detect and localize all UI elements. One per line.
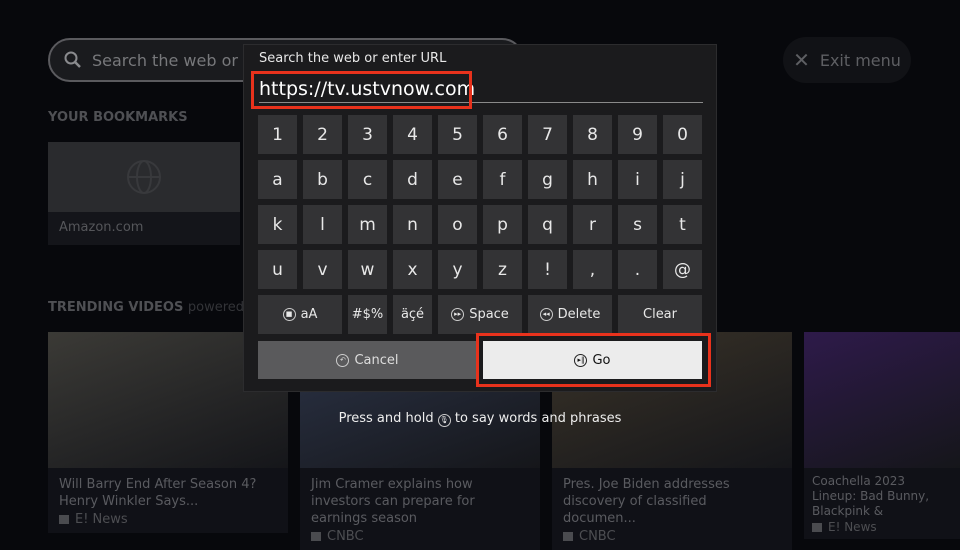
key-g[interactable]: g <box>528 160 567 199</box>
key-v[interactable]: v <box>303 250 342 289</box>
key-label: Space <box>469 307 509 322</box>
key-0[interactable]: 0 <box>663 115 702 154</box>
key-b[interactable]: b <box>303 160 342 199</box>
key-7[interactable]: 7 <box>528 115 567 154</box>
cancel-label: Cancel <box>354 352 399 368</box>
close-icon: ✕ <box>793 48 810 72</box>
dialog-title: Search the web or enter URL <box>259 51 447 66</box>
key-u[interactable]: u <box>258 250 297 289</box>
key-,[interactable]: , <box>573 250 612 289</box>
key-p[interactable]: p <box>483 205 522 244</box>
key-delete[interactable]: ◂◂ Delete <box>528 295 612 334</box>
key-x[interactable]: x <box>393 250 432 289</box>
key-a[interactable]: a <box>258 160 297 199</box>
video-title: Jim Cramer explains how investors can pr… <box>311 477 475 526</box>
source-label: CNBC <box>579 529 616 544</box>
key-6[interactable]: 6 <box>483 115 522 154</box>
hint-before: Press and hold <box>338 411 434 426</box>
source-label: E! News <box>75 512 128 527</box>
key-t[interactable]: t <box>663 205 702 244</box>
key-e[interactable]: e <box>438 160 477 199</box>
key-d[interactable]: d <box>393 160 432 199</box>
source-logo-icon <box>812 522 822 532</box>
voice-hint: Press and hold 🎙 to say words and phrase… <box>0 411 960 427</box>
rewind-icon: ◂◂ <box>539 308 553 321</box>
trending-title: TRENDING VIDEOS <box>48 300 184 315</box>
key-label: aA <box>300 307 318 322</box>
key-8[interactable]: 8 <box>573 115 612 154</box>
hint-after: to say words and phrases <box>454 411 622 426</box>
video-title: Pres. Joe Biden addresses discovery of c… <box>563 477 730 526</box>
key-4[interactable]: 4 <box>393 115 432 154</box>
key-l[interactable]: l <box>303 205 342 244</box>
cancel-button[interactable]: ↶ Cancel <box>258 341 477 379</box>
key-clear[interactable]: Clear <box>618 295 702 334</box>
fast-forward-icon: ▸▸ <box>451 308 465 321</box>
search-placeholder: Search the web or en <box>92 50 264 70</box>
video-source: E! News <box>804 519 960 535</box>
key-h[interactable]: h <box>573 160 612 199</box>
key-1[interactable]: 1 <box>258 115 297 154</box>
key-9[interactable]: 9 <box>618 115 657 154</box>
go-button[interactable]: ▸‖ Go <box>483 341 702 379</box>
key-.[interactable]: . <box>618 250 657 289</box>
key-case-toggle[interactable]: ■ aA <box>258 295 342 334</box>
video-thumbnail <box>804 332 960 468</box>
back-icon: ↶ <box>336 353 350 367</box>
video-title: Coachella 2023 Lineup: Bad Bunny, Blackp… <box>812 474 930 518</box>
search-icon <box>64 51 81 68</box>
key-i[interactable]: i <box>618 160 657 199</box>
key-o[interactable]: o <box>438 205 477 244</box>
source-label: CNBC <box>327 529 364 544</box>
bookmark-tile[interactable]: Amazon.com <box>48 142 240 245</box>
trending-heading: TRENDING VIDEOS powered by <box>48 300 264 315</box>
key-accents[interactable]: äçé <box>393 295 432 334</box>
play-pause-icon: ▸‖ <box>574 353 588 367</box>
key-f[interactable]: f <box>483 160 522 199</box>
key-z[interactable]: z <box>483 250 522 289</box>
video-title: Will Barry End After Season 4? Henry Win… <box>59 477 257 509</box>
exit-menu-label: Exit menu <box>819 50 901 70</box>
key-n[interactable]: n <box>393 205 432 244</box>
url-entry-dialog: Search the web or enter URL https://tv.u… <box>243 44 717 392</box>
key-@[interactable]: @ <box>663 250 702 289</box>
key-c[interactable]: c <box>348 160 387 199</box>
key-m[interactable]: m <box>348 205 387 244</box>
source-label: E! News <box>828 520 877 534</box>
key-j[interactable]: j <box>663 160 702 199</box>
microphone-icon: 🎙 <box>437 414 451 427</box>
video-source: CNBC <box>552 527 792 546</box>
exit-menu-button[interactable]: ✕ Exit menu <box>783 37 911 83</box>
key-r[interactable]: r <box>573 205 612 244</box>
key-5[interactable]: 5 <box>438 115 477 154</box>
key-symbols[interactable]: #$% <box>348 295 387 334</box>
key-3[interactable]: 3 <box>348 115 387 154</box>
input-highlight <box>251 71 472 109</box>
video-source: CNBC <box>300 527 540 546</box>
key-space[interactable]: ▸▸ Space <box>438 295 522 334</box>
go-label: Go <box>592 352 611 368</box>
key-y[interactable]: y <box>438 250 477 289</box>
key-label: Delete <box>557 307 601 322</box>
bookmark-label: Amazon.com <box>59 220 144 235</box>
key-s[interactable]: s <box>618 205 657 244</box>
key-2[interactable]: 2 <box>303 115 342 154</box>
source-logo-icon <box>59 515 69 524</box>
key-k[interactable]: k <box>258 205 297 244</box>
bookmarks-heading: YOUR BOOKMARKS <box>48 110 188 125</box>
key-w[interactable]: w <box>348 250 387 289</box>
key-![interactable]: ! <box>528 250 567 289</box>
key-q[interactable]: q <box>528 205 567 244</box>
menu-button-icon: ■ <box>282 308 296 321</box>
video-card[interactable]: Coachella 2023 Lineup: Bad Bunny, Blackp… <box>804 332 960 539</box>
video-source: E! News <box>48 510 288 529</box>
globe-icon <box>127 160 161 194</box>
